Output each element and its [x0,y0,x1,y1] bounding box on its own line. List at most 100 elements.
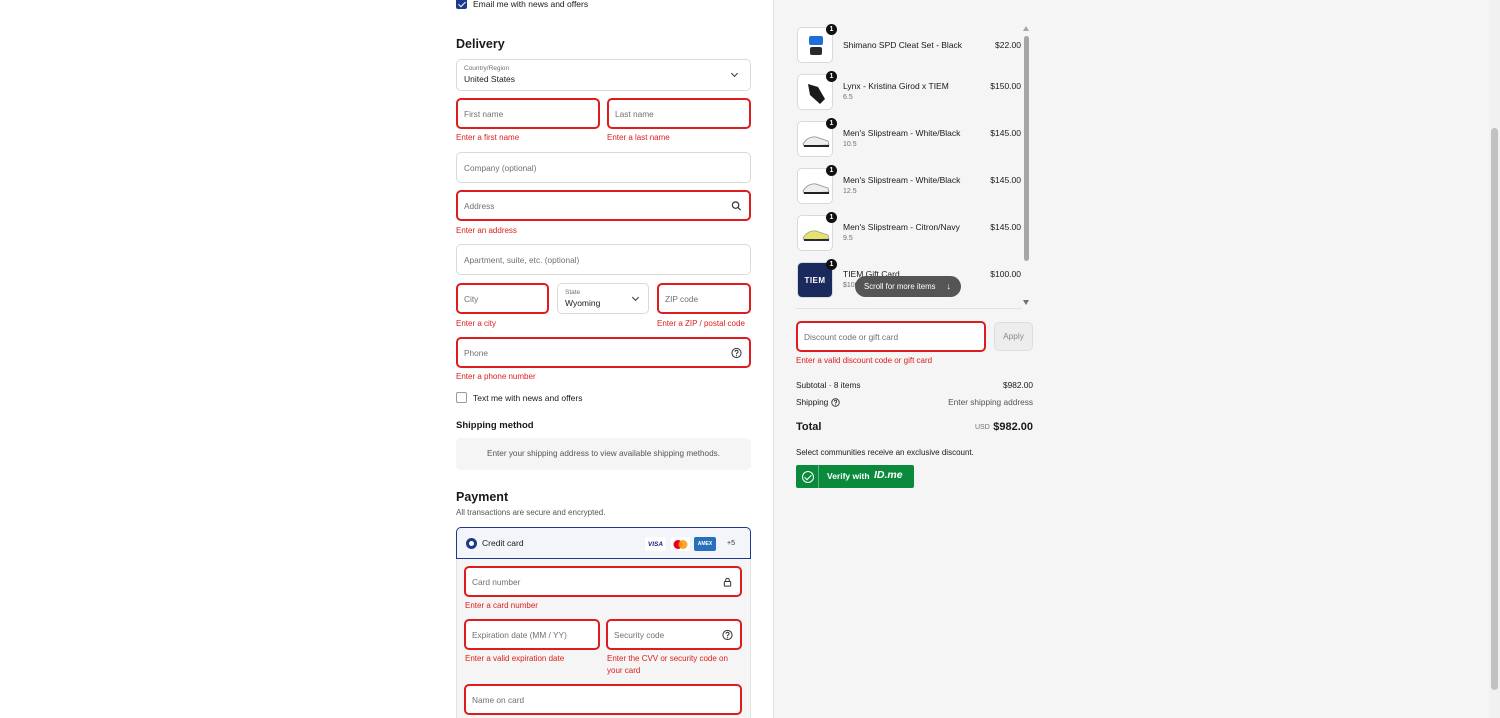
card-number-placeholder: Card number [472,576,521,587]
scroll-for-more-button[interactable]: Scroll for more items ↓ [855,276,961,297]
visa-icon: VISA [645,537,666,551]
email-optin-checkbox[interactable] [456,0,467,9]
quantity-badge: 1 [826,165,837,176]
cart-item-name: Men's Slipstream - White/Black [843,128,961,138]
city-error: Enter a city [456,319,497,328]
cart-item-price: $22.00 [995,40,1021,50]
apply-discount-button[interactable]: Apply [994,322,1033,351]
help-icon[interactable] [731,347,742,358]
amex-icon: AMEX [694,537,716,551]
company-placeholder: Company (optional) [464,162,537,173]
shipping-label: Shipping [796,397,829,407]
company-field[interactable]: Company (optional) [456,152,751,183]
security-code-field[interactable]: Security code [606,619,742,650]
quantity-badge: 1 [826,259,837,270]
check-circle-icon [802,471,814,483]
chevron-down-icon [730,69,739,78]
page-scrollbar[interactable] [1489,0,1500,718]
phone-placeholder: Phone [464,347,488,358]
scroll-hint-label: Scroll for more items [864,282,936,291]
cart-item-variant: 12.5 [843,188,857,195]
arrow-down-icon: ↓ [946,281,952,291]
cart-list-scrollbar[interactable] [1022,24,1031,309]
quantity-badge: 1 [826,24,837,35]
scroll-down-arrow-icon[interactable] [1023,300,1029,305]
country-select[interactable]: Country/Region United States [456,59,751,91]
cart-item-name: Men's Slipstream - White/Black [843,175,961,185]
last-name-field[interactable]: Last name [607,98,751,129]
zip-error: Enter a ZIP / postal code [657,319,745,328]
cart-item-price: $145.00 [990,222,1021,232]
credit-card-label: Credit card [482,538,524,548]
expiration-error: Enter a valid expiration date [465,654,565,663]
cart-item-price: $145.00 [990,175,1021,185]
country-label: Country/Region [464,65,510,72]
expiration-placeholder: Expiration date (MM / YY) [472,629,567,640]
sms-optin-label: Text me with news and offers [473,393,583,403]
discount-code-placeholder: Discount code or gift card [804,331,899,342]
phone-field[interactable]: Phone [456,337,751,368]
security-code-placeholder: Security code [614,629,665,640]
address-field[interactable]: Address [456,190,751,221]
delivery-heading: Delivery [456,37,505,51]
state-value: Wyoming [565,298,601,308]
email-optin-label: Email me with news and offers [473,0,589,9]
sms-optin-checkbox[interactable] [456,392,467,403]
cart-item-name: Shimano SPD Cleat Set - Black [843,40,963,50]
cart-item-price: $145.00 [990,128,1021,138]
subtotal-label: Subtotal · 8 items [796,380,861,390]
apartment-field[interactable]: Apartment, suite, etc. (optional) [456,244,751,275]
payment-heading: Payment [456,490,509,504]
verify-with-idme-button[interactable]: Verify with ID.me [796,465,914,488]
cart-item-price: $150.00 [990,81,1021,91]
country-value: United States [464,74,516,84]
cart-item-variant: 10.5 [843,141,857,148]
cart-item-variant: 9.5 [843,235,853,242]
address-placeholder: Address [464,200,495,211]
cart-list-scrollbar-thumb[interactable] [1024,36,1029,261]
help-icon[interactable] [722,629,733,640]
expiration-field[interactable]: Expiration date (MM / YY) [464,619,600,650]
quantity-badge: 1 [826,118,837,129]
idme-logo: ID.me [874,469,903,481]
quantity-badge: 1 [826,71,837,82]
shipping-method-heading: Shipping method [456,420,534,431]
discount-code-field[interactable]: Discount code or gift card [796,321,986,352]
zip-field[interactable]: ZIP code [657,283,751,314]
cart-list-divider [796,308,1022,309]
first-name-error: Enter a first name [456,133,520,142]
credit-card-option[interactable]: Credit card VISA AMEX +5 [456,527,751,559]
city-field[interactable]: City [456,283,549,314]
lock-icon [723,577,732,587]
state-select[interactable]: State Wyoming [557,283,649,314]
last-name-placeholder: Last name [615,108,654,119]
page-scrollbar-thumb[interactable] [1491,128,1498,690]
discount-code-error: Enter a valid discount code or gift card [796,356,933,365]
cart-item-name: Lynx - Kristina Girod x TIEM [843,81,949,91]
total-label: Total [796,421,822,433]
city-placeholder: City [464,293,479,304]
verify-divider [818,465,819,488]
first-name-placeholder: First name [464,108,504,119]
security-code-error: Enter the CVV or security code on [607,654,728,663]
card-number-field[interactable]: Card number [464,566,742,597]
name-on-card-field[interactable]: Name on card [464,684,742,715]
gift-card-icon: TIEM [804,275,826,285]
credit-card-radio[interactable] [466,538,477,549]
help-icon[interactable] [831,398,840,407]
search-icon [731,200,742,211]
more-brands-count: +5 [727,540,735,547]
payment-subheading: All transactions are secure and encrypte… [456,508,606,517]
shipping-method-notice: Enter your shipping address to view avai… [456,438,751,470]
apartment-placeholder: Apartment, suite, etc. (optional) [464,254,580,265]
scroll-up-arrow-icon[interactable] [1023,26,1029,31]
verify-label: Verify with [827,471,870,481]
total-value: $982.00 [993,421,1033,433]
total-currency: USD [975,424,990,431]
last-name-error: Enter a last name [607,133,670,142]
first-name-field[interactable]: First name [456,98,600,129]
subtotal-value: $982.00 [1003,380,1033,390]
phone-error: Enter a phone number [456,372,536,381]
mastercard-icon [671,537,690,551]
chevron-down-icon [631,293,640,302]
